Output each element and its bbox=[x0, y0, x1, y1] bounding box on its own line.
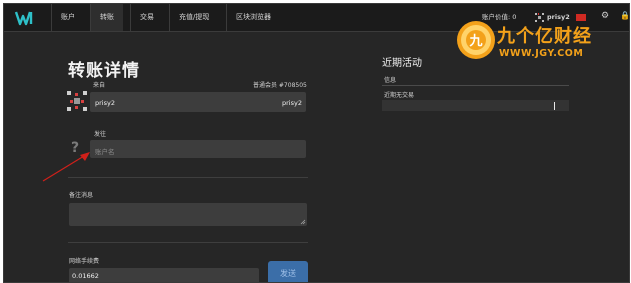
nav-tab-exchange[interactable]: 交易 bbox=[130, 4, 163, 31]
nav-tab-transfer[interactable]: 转账 bbox=[90, 4, 123, 31]
watermark-coin-logo: 九 bbox=[457, 21, 495, 59]
settings-gear-icon[interactable]: ⚙ bbox=[601, 11, 609, 21]
nav-tab-label: 交易 bbox=[140, 13, 154, 21]
watermark-logo-char: 九 bbox=[468, 34, 482, 49]
activity-scroll-row bbox=[382, 100, 569, 111]
send-button[interactable]: 发送 bbox=[268, 261, 308, 282]
header-divider bbox=[382, 85, 569, 86]
nav-tab-deposit-withdraw[interactable]: 充值/提现 bbox=[169, 4, 218, 31]
nav-tab-label: 充值/提现 bbox=[179, 13, 210, 21]
member-badge: 普通会员 #708505 bbox=[253, 82, 307, 89]
lock-icon[interactable]: 🔒 bbox=[620, 11, 629, 20]
to-account-input[interactable] bbox=[90, 140, 306, 158]
language-flag-icon[interactable] bbox=[576, 14, 586, 21]
recent-activity-title: 近期活动 bbox=[382, 58, 422, 69]
no-transactions-text: 近期无交易 bbox=[384, 92, 415, 99]
bitshares-logo-icon[interactable] bbox=[14, 10, 40, 26]
watermark-brand-cn: 九个亿财经 bbox=[497, 26, 592, 47]
red-arrow-annotation bbox=[42, 152, 90, 182]
from-account-value: prisy2 bbox=[95, 99, 115, 107]
text-cursor bbox=[554, 102, 555, 110]
to-label: 发往 bbox=[94, 131, 107, 138]
watermark-brand-en: WWW.JGY.COM bbox=[499, 48, 584, 59]
resize-handle-icon[interactable] bbox=[300, 219, 306, 225]
info-column-header: 信息 bbox=[384, 77, 397, 84]
from-account-name: prisy2 bbox=[282, 99, 302, 107]
nav-tab-label: 账户 bbox=[61, 13, 75, 21]
nav-tab-label: 转账 bbox=[100, 13, 114, 21]
memo-textarea[interactable] bbox=[69, 203, 307, 226]
page-title: 转账详情 bbox=[68, 61, 140, 81]
nav-tab-explorer[interactable]: 区块浏览器 bbox=[226, 4, 280, 31]
from-avatar-icon bbox=[67, 91, 87, 111]
fee-value: 0.01662 bbox=[72, 272, 99, 280]
section-divider bbox=[68, 177, 308, 178]
from-label: 来自 bbox=[93, 82, 106, 89]
to-account-placeholder: 账户名 bbox=[95, 148, 115, 156]
fee-label: 网络手续费 bbox=[69, 258, 100, 265]
nav-tab-label: 区块浏览器 bbox=[236, 13, 271, 21]
nav-tab-account[interactable]: 账户 bbox=[51, 4, 84, 31]
section-divider bbox=[68, 242, 308, 243]
memo-label: 备注消息 bbox=[69, 192, 94, 199]
from-account-field[interactable] bbox=[90, 92, 306, 112]
